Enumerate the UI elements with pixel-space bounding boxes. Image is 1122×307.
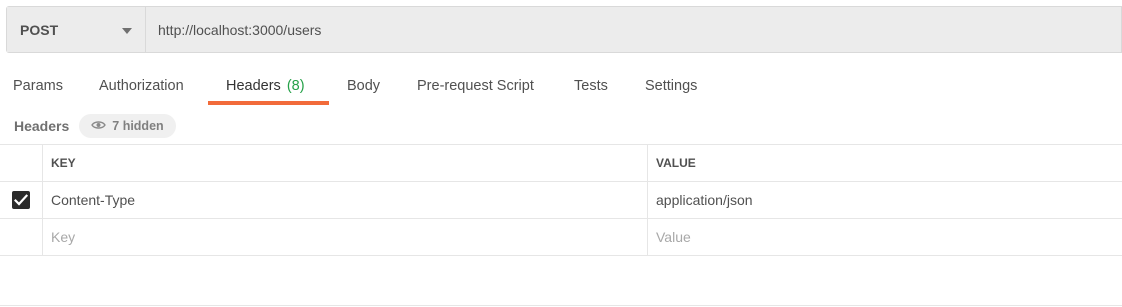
checkmark-icon xyxy=(14,194,28,206)
tab-label: Params xyxy=(13,78,63,94)
active-tab-indicator xyxy=(208,101,329,105)
url-input[interactable]: http://localhost:3000/users xyxy=(146,7,1121,52)
tab-pre-request-script[interactable]: Pre-request Script xyxy=(417,68,534,104)
table-header-row: KEY VALUE xyxy=(0,144,1122,181)
tab-label: Headers xyxy=(226,78,281,94)
headers-count-badge: (8) xyxy=(286,78,305,94)
new-value-input[interactable]: Value xyxy=(648,219,1122,255)
chevron-down-icon xyxy=(122,28,132,34)
request-tabs: Params Authorization Headers (8) Body Pr… xyxy=(0,68,1122,106)
tab-body[interactable]: Body xyxy=(347,68,380,104)
tab-label: Body xyxy=(347,78,381,94)
tab-label: Settings xyxy=(645,78,698,94)
tab-params[interactable]: Params xyxy=(13,68,63,104)
empty-checkbox-cell xyxy=(0,219,43,255)
table-row-empty: Key Value xyxy=(0,218,1122,256)
row-checkbox[interactable] xyxy=(12,191,30,209)
header-value-field[interactable]: application/json xyxy=(648,182,1122,218)
divider xyxy=(0,305,1122,306)
request-bar: POST http://localhost:3000/users xyxy=(6,6,1122,53)
method-label: POST xyxy=(20,21,59,38)
checkbox-column-header xyxy=(0,145,43,181)
headers-subheader: Headers 7 hidden xyxy=(14,113,176,139)
row-checkbox-cell xyxy=(0,182,43,218)
method-select[interactable]: POST xyxy=(7,7,146,52)
hidden-count-label: 7 hidden xyxy=(112,119,164,133)
new-key-input[interactable]: Key xyxy=(43,219,648,255)
headers-table: KEY VALUE Content-Type application/json … xyxy=(0,144,1122,256)
table-row: Content-Type application/json xyxy=(0,181,1122,218)
hidden-headers-toggle[interactable]: 7 hidden xyxy=(79,114,176,138)
tab-label: Tests xyxy=(574,78,608,94)
tab-settings[interactable]: Settings xyxy=(645,68,697,104)
key-column-header: KEY xyxy=(43,145,648,181)
tab-label: Authorization xyxy=(99,78,184,94)
tab-headers[interactable]: Headers (8) xyxy=(226,68,305,104)
eye-icon xyxy=(91,119,107,133)
tab-label: Pre-request Script xyxy=(417,78,534,94)
headers-title: Headers xyxy=(14,118,70,134)
value-column-header: VALUE xyxy=(656,156,696,170)
tab-tests[interactable]: Tests xyxy=(574,68,608,104)
tab-authorization[interactable]: Authorization xyxy=(99,68,184,104)
header-key-field[interactable]: Content-Type xyxy=(43,182,648,218)
